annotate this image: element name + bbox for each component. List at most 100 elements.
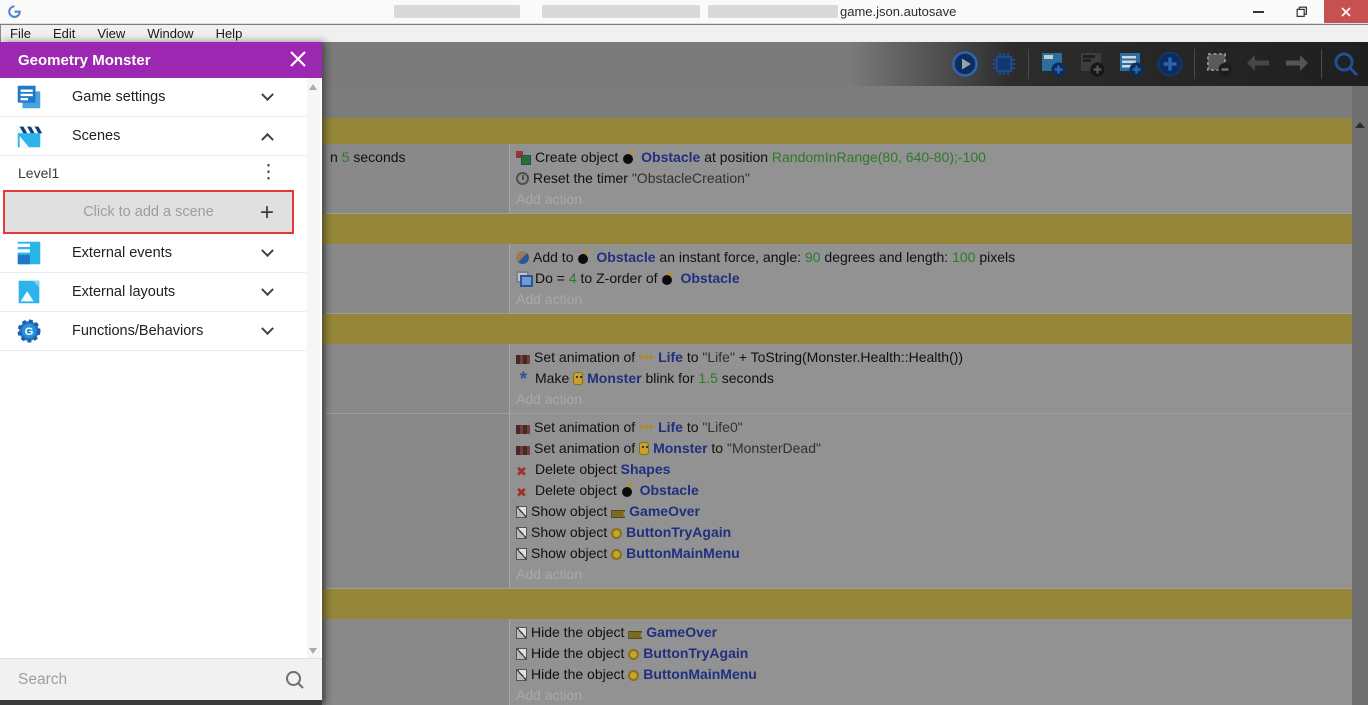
plain-text: an instant force, angle: <box>655 249 805 265</box>
string-text: "MonsterDead" <box>726 440 821 456</box>
value-text: RandomInRange(80, 640-80);-100 <box>771 149 986 165</box>
chevron-down-icon <box>261 243 274 257</box>
external-events-icon <box>17 241 41 265</box>
menu-item-window[interactable]: Window <box>136 26 204 41</box>
add-action-link[interactable]: Add action <box>516 289 1352 310</box>
close-drawer-icon[interactable] <box>288 49 308 69</box>
action-line[interactable]: Show object ButtonTryAgain <box>516 522 1352 543</box>
search-bar <box>0 658 322 700</box>
object-name: Shapes <box>620 461 671 477</box>
plain-text: Make <box>535 370 574 386</box>
close-window-button[interactable] <box>1324 0 1368 23</box>
plain-text: Do = <box>535 270 569 286</box>
event-group-header[interactable] <box>322 314 1352 344</box>
condition-line[interactable]: n 5 seconds <box>330 147 507 168</box>
redacted-title-block <box>394 5 520 18</box>
actions-cell: Set animation of Life to "Life0" Set anim… <box>510 414 1352 588</box>
action-line[interactable]: Add to Obstacle an instant force, angle:… <box>516 247 1352 268</box>
add-new-button[interactable] <box>1155 49 1185 79</box>
set-animation-icon <box>516 355 530 364</box>
search-input[interactable] <box>18 670 284 689</box>
add-scene-button[interactable]: Click to add a scene + <box>3 190 294 234</box>
string-text: "Life" <box>702 349 735 365</box>
plain-text: pixels <box>975 249 1016 265</box>
action-line[interactable]: Create object Obstacle at position Rando… <box>516 147 1352 168</box>
conditions-cell[interactable] <box>326 344 510 413</box>
visibility-icon <box>516 627 527 639</box>
plain-text: + ToString(Monster.Health::Health()) <box>734 349 964 365</box>
sidebar-item-external-layouts[interactable]: External layouts <box>0 273 306 312</box>
action-line[interactable]: Reset the timer "ObstacleCreation" <box>516 168 1352 189</box>
menu-item-file[interactable]: File <box>1 26 42 41</box>
action-line[interactable]: Set animation of Life to "Life" + ToStri… <box>516 347 1352 368</box>
event-row: Set animation of Life to "Life" + ToStri… <box>326 344 1352 414</box>
conditions-cell[interactable] <box>326 619 510 705</box>
action-line[interactable]: Do = 4 to Z-order of Obstacle <box>516 268 1352 289</box>
add-event-button[interactable] <box>1038 49 1068 79</box>
sidebar-item-label: External events <box>72 245 172 261</box>
add-comment-icon <box>1120 53 1144 77</box>
action-line[interactable]: Show object ButtonMainMenu <box>516 543 1352 564</box>
visibility-icon <box>516 648 527 660</box>
value-text: 90 <box>804 249 821 265</box>
add-comment-button[interactable] <box>1116 49 1146 79</box>
event-group-header[interactable] <box>322 118 1352 144</box>
action-line[interactable]: Hide the object GameOver <box>516 622 1352 643</box>
value-text: 4 <box>568 270 577 286</box>
close-window-icon <box>1341 6 1351 17</box>
redo-button[interactable] <box>1282 49 1312 79</box>
action-line[interactable]: Delete object Obstacle <box>516 480 1352 501</box>
action-line[interactable]: Make Monster blink for 1.5 seconds <box>516 368 1352 389</box>
add-sub-event-button[interactable] <box>1077 49 1107 79</box>
obstacle-icon <box>661 271 676 285</box>
sidebar-item-functions-behaviors[interactable]: G Functions/Behaviors <box>0 312 306 351</box>
button-gold-icon <box>628 670 640 681</box>
drawer-scrollbar[interactable] <box>307 78 320 658</box>
scroll-up-icon <box>1355 122 1365 128</box>
sidebar-item-game-settings[interactable]: Game settings <box>0 78 306 117</box>
plain-text: degrees and length: <box>820 249 953 265</box>
event-group-header[interactable] <box>322 214 1352 244</box>
delete-event-button[interactable] <box>1204 49 1234 79</box>
add-action-link[interactable]: Add action <box>516 564 1352 585</box>
scene-item-level1[interactable]: Level1 ⋮ <box>0 156 306 190</box>
add-action-link[interactable]: Add action <box>516 189 1352 210</box>
monster-icon <box>639 442 650 455</box>
life-icon <box>639 350 654 364</box>
sidebar-item-scenes[interactable]: Scenes <box>0 117 306 156</box>
action-line[interactable]: Delete object Shapes <box>516 459 1352 480</box>
sidebar-item-external-events[interactable]: External events <box>0 234 306 273</box>
scene-options-icon[interactable]: ⋮ <box>259 163 278 182</box>
sidebar-item-label: External layouts <box>72 284 176 300</box>
plain-text: Hide the object <box>531 624 629 640</box>
conditions-cell[interactable]: n 5 seconds <box>326 144 510 213</box>
action-line[interactable]: Set animation of Life to "Life0" <box>516 417 1352 438</box>
conditions-cell[interactable] <box>326 244 510 313</box>
obstacle-icon <box>621 483 636 497</box>
button-gold-icon <box>611 528 623 539</box>
undo-button[interactable] <box>1243 49 1273 79</box>
search-events-button[interactable] <box>1331 49 1361 79</box>
action-line[interactable]: Set animation of Monster to "MonsterDead… <box>516 438 1352 459</box>
action-line[interactable]: Hide the object ButtonMainMenu <box>516 664 1352 685</box>
object-name: ButtonTryAgain <box>643 645 749 661</box>
action-line[interactable]: Hide the object ButtonTryAgain <box>516 643 1352 664</box>
add-action-link[interactable]: Add action <box>516 685 1352 705</box>
add-action-link[interactable]: Add action <box>516 389 1352 410</box>
event-group-header[interactable] <box>322 589 1352 619</box>
play-button[interactable] <box>950 49 980 79</box>
menu-item-view[interactable]: View <box>86 26 136 41</box>
visibility-icon <box>516 548 527 560</box>
conditions-cell[interactable] <box>326 414 510 588</box>
action-line[interactable]: Show object GameOver <box>516 501 1352 522</box>
menu-item-help[interactable]: Help <box>205 26 254 41</box>
minimize-button[interactable] <box>1236 0 1280 23</box>
debug-button[interactable] <box>989 49 1019 79</box>
drawer-bottom-strip <box>0 700 322 705</box>
restore-button[interactable] <box>1280 0 1324 23</box>
events-scrollbar[interactable] <box>1352 86 1368 705</box>
delete-icon <box>516 461 531 475</box>
menu-item-edit[interactable]: Edit <box>42 26 86 41</box>
plain-text: Show object <box>531 524 612 540</box>
project-manager-drawer: Geometry Monster Game settings Scenes Le… <box>0 42 322 705</box>
